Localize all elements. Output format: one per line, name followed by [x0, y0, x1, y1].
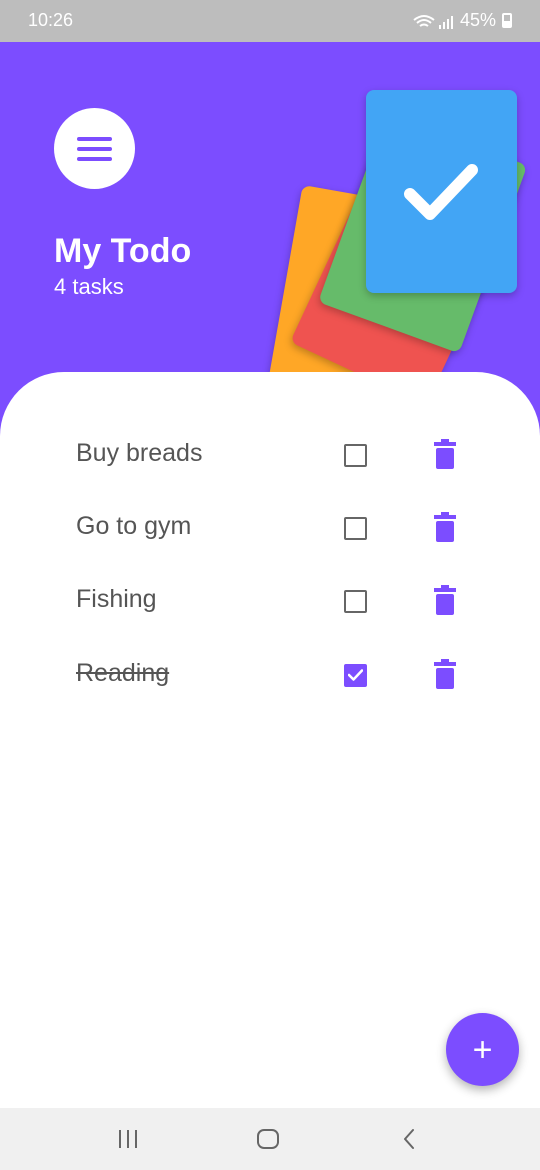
- add-task-button[interactable]: +: [446, 1013, 519, 1086]
- task-text: Reading: [76, 659, 170, 687]
- task-text: Buy breads: [76, 439, 203, 467]
- checkbox-icon[interactable]: [344, 590, 367, 613]
- back-button[interactable]: [389, 1122, 429, 1156]
- trash-icon[interactable]: [433, 585, 457, 615]
- home-button[interactable]: [248, 1122, 288, 1156]
- battery-text: 45%: [459, 10, 496, 30]
- home-icon: [257, 1129, 279, 1149]
- task-list-panel: Buy breads Go to gym Fishing Reading: [0, 372, 540, 1108]
- recent-apps-icon: [119, 1130, 137, 1148]
- status-right: 45%: [413, 10, 512, 31]
- task-row: Reading: [0, 645, 540, 705]
- trash-icon[interactable]: [433, 659, 457, 689]
- trash-icon[interactable]: [433, 512, 457, 542]
- navigation-bar: [0, 1108, 540, 1170]
- task-text: Fishing: [76, 585, 157, 613]
- recent-apps-button[interactable]: [108, 1122, 148, 1156]
- signal-icon: [413, 12, 454, 30]
- back-icon: [404, 1129, 414, 1149]
- task-row: Go to gym: [0, 498, 540, 558]
- plus-icon: +: [472, 1030, 493, 1069]
- checkbox-icon[interactable]: [344, 517, 367, 540]
- task-text: Go to gym: [76, 512, 192, 540]
- checkbox-icon[interactable]: [344, 444, 367, 467]
- trash-icon[interactable]: [433, 439, 457, 469]
- checkbox-icon-checked[interactable]: [344, 664, 367, 687]
- checkmark-icon: [348, 669, 363, 681]
- status-bar: 10:26 45%: [0, 0, 540, 42]
- task-row: Fishing: [0, 571, 540, 631]
- status-time: 10:26: [28, 10, 74, 30]
- battery-icon: [502, 13, 512, 28]
- check-icon: [404, 164, 478, 220]
- task-row: Buy breads: [0, 425, 540, 485]
